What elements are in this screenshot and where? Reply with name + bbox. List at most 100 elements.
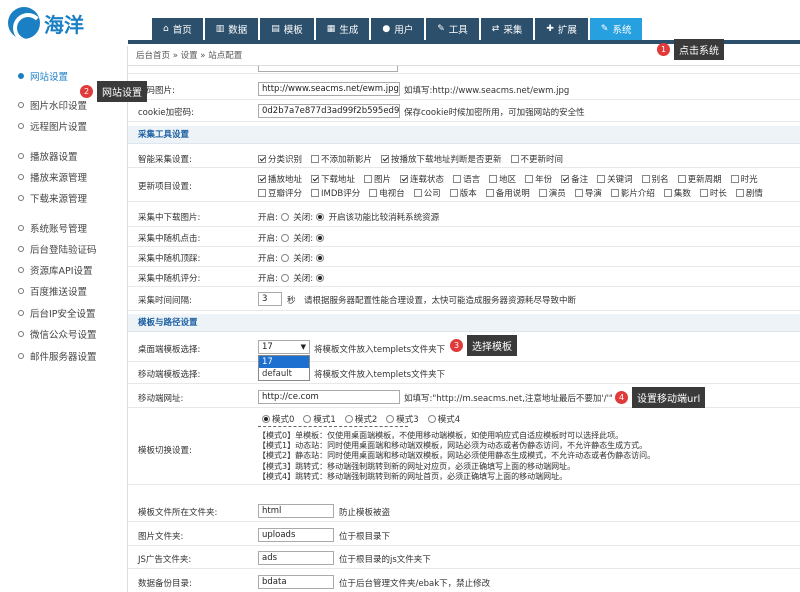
nav-tab[interactable]: ▤ 模板 bbox=[260, 18, 314, 40]
radio[interactable] bbox=[386, 415, 395, 423]
sidebar-item[interactable]: 百度推送设置 bbox=[0, 281, 127, 301]
dl-img-on-radio[interactable] bbox=[280, 213, 289, 221]
checkbox[interactable] bbox=[400, 175, 409, 183]
mode-radio-option[interactable]: 模式1 bbox=[303, 415, 336, 425]
nav-tab[interactable]: ✚ 扩展 bbox=[535, 18, 588, 40]
template-option[interactable]: 17 bbox=[259, 356, 309, 368]
radio[interactable] bbox=[262, 415, 270, 423]
checkbox[interactable] bbox=[369, 189, 378, 197]
checkbox[interactable] bbox=[485, 189, 494, 197]
checkbox[interactable] bbox=[258, 189, 266, 197]
checkbox-option[interactable]: 下载地址 bbox=[311, 175, 355, 185]
mobile-url-input[interactable]: http://ce.com bbox=[258, 390, 400, 404]
checkbox[interactable] bbox=[381, 155, 390, 163]
sidebar-item[interactable]: 后台登陆验证码 bbox=[0, 239, 127, 259]
checkbox[interactable] bbox=[561, 175, 570, 183]
checkbox[interactable] bbox=[677, 175, 686, 183]
backup-dir-input[interactable]: bdata bbox=[258, 575, 334, 589]
checkbox-option[interactable]: 语言 bbox=[453, 175, 480, 185]
checkbox-option[interactable]: 公司 bbox=[413, 189, 441, 199]
nav-tab[interactable]: ✎ 工具 bbox=[426, 18, 479, 40]
sidebar-item[interactable]: 资源库API设置 bbox=[0, 260, 127, 280]
checkbox-option[interactable]: 时光 bbox=[730, 175, 758, 185]
checkbox-option[interactable]: 影片介绍 bbox=[610, 189, 655, 199]
checkbox[interactable] bbox=[449, 189, 458, 197]
checkbox[interactable] bbox=[735, 189, 744, 197]
checkbox-option[interactable]: 不更新时间 bbox=[510, 155, 563, 165]
checkbox-option[interactable]: 演员 bbox=[538, 189, 566, 199]
checkbox[interactable] bbox=[597, 175, 606, 183]
mode-radio-option[interactable]: 模式3 bbox=[386, 415, 419, 425]
checkbox-option[interactable]: 关键词 bbox=[597, 175, 633, 185]
img-dir-input[interactable]: uploads bbox=[258, 528, 334, 542]
rand-click-on-radio[interactable] bbox=[280, 234, 289, 242]
nav-tab[interactable]: ⌂ 首页 bbox=[152, 18, 203, 40]
checkbox-option[interactable]: 分类识别 bbox=[258, 155, 302, 165]
dl-img-off-radio[interactable] bbox=[315, 213, 324, 221]
checkbox-option[interactable]: 备注 bbox=[561, 175, 588, 185]
checkbox-option[interactable]: 播放地址 bbox=[258, 175, 302, 185]
checkbox-option[interactable]: 电视台 bbox=[369, 189, 405, 199]
rand-score-on-radio[interactable] bbox=[280, 274, 289, 282]
sidebar-item[interactable]: 播放来源管理 bbox=[0, 167, 127, 187]
sidebar-item[interactable]: 后台IP安全设置 bbox=[0, 303, 127, 323]
sidebar-item[interactable]: 系统账号管理 bbox=[0, 218, 127, 238]
checkbox[interactable] bbox=[510, 155, 519, 163]
rand-top-on-radio[interactable] bbox=[280, 254, 289, 262]
rand-score-off-radio[interactable] bbox=[315, 274, 324, 282]
radio[interactable] bbox=[427, 415, 436, 423]
template-dropdown-list[interactable]: 17 default bbox=[258, 355, 310, 381]
checkbox[interactable] bbox=[311, 155, 320, 163]
checkbox-option[interactable]: 备用说明 bbox=[485, 189, 530, 199]
checkbox[interactable] bbox=[311, 189, 320, 197]
checkbox[interactable] bbox=[258, 175, 266, 183]
checkbox[interactable] bbox=[641, 175, 650, 183]
checkbox-option[interactable]: 剧情 bbox=[735, 189, 763, 199]
nav-tab[interactable]: ● 用户 bbox=[371, 18, 425, 40]
checkbox-option[interactable]: 版本 bbox=[449, 189, 477, 199]
checkbox-option[interactable]: 别名 bbox=[641, 175, 669, 185]
template-option[interactable]: default bbox=[259, 368, 309, 380]
checkbox[interactable] bbox=[413, 189, 422, 197]
checkbox[interactable] bbox=[311, 175, 320, 183]
sidebar-item[interactable]: 下载来源管理 bbox=[0, 188, 127, 208]
rand-top-off-radio[interactable] bbox=[315, 254, 324, 262]
checkbox[interactable] bbox=[453, 175, 462, 183]
nav-tab[interactable]: ▥ 数据 bbox=[204, 18, 259, 40]
interval-input[interactable]: 3 bbox=[258, 292, 282, 306]
checkbox-option[interactable]: IMDB评分 bbox=[311, 189, 360, 199]
cookie-key-input[interactable]: 0d2b7a7e877d3ad99f2b595ed9e bbox=[258, 104, 400, 118]
pc-template-select[interactable]: 17 ▼ bbox=[258, 340, 310, 354]
checkbox-option[interactable]: 集数 bbox=[663, 189, 691, 199]
js-dir-input[interactable]: ads bbox=[258, 551, 334, 565]
sidebar-item[interactable]: 远程图片设置 bbox=[0, 116, 127, 136]
checkbox-option[interactable]: 连载状态 bbox=[400, 175, 444, 185]
checkbox-option[interactable]: 导演 bbox=[574, 189, 602, 199]
checkbox-option[interactable]: 更新周期 bbox=[677, 175, 722, 185]
checkbox[interactable] bbox=[610, 189, 619, 197]
nav-tab[interactable]: ⇄ 采集 bbox=[480, 18, 534, 40]
qr-image-input[interactable]: http://www.seacms.net/ewm.jpg bbox=[258, 82, 400, 96]
checkbox-option[interactable]: 年份 bbox=[525, 175, 552, 185]
nav-tab[interactable]: ▦ 生成 bbox=[315, 18, 370, 40]
mode-radio-option[interactable]: 模式4 bbox=[427, 415, 460, 425]
checkbox-option[interactable]: 豆瓣评分 bbox=[258, 189, 302, 199]
nav-tab[interactable]: ✎ 系统 bbox=[589, 18, 643, 40]
checkbox-option[interactable]: 地区 bbox=[489, 175, 516, 185]
checkbox-option[interactable]: 按播放下载地址判断是否更新 bbox=[381, 155, 502, 165]
rand-click-off-radio[interactable] bbox=[315, 234, 324, 242]
checkbox[interactable] bbox=[525, 175, 534, 183]
checkbox-option[interactable]: 时长 bbox=[699, 189, 727, 199]
tpl-dir-input[interactable]: html bbox=[258, 504, 334, 518]
checkbox[interactable] bbox=[574, 189, 583, 197]
checkbox[interactable] bbox=[663, 189, 672, 197]
checkbox[interactable] bbox=[489, 175, 498, 183]
checkbox[interactable] bbox=[538, 189, 547, 197]
checkbox[interactable] bbox=[364, 175, 373, 183]
sidebar-item[interactable]: 播放器设置 bbox=[0, 146, 127, 166]
sidebar-item[interactable]: 微信公众号设置 bbox=[0, 324, 127, 344]
checkbox[interactable] bbox=[699, 189, 708, 197]
checkbox[interactable] bbox=[730, 175, 739, 183]
partial-field[interactable] bbox=[258, 66, 398, 72]
radio[interactable] bbox=[344, 415, 353, 423]
